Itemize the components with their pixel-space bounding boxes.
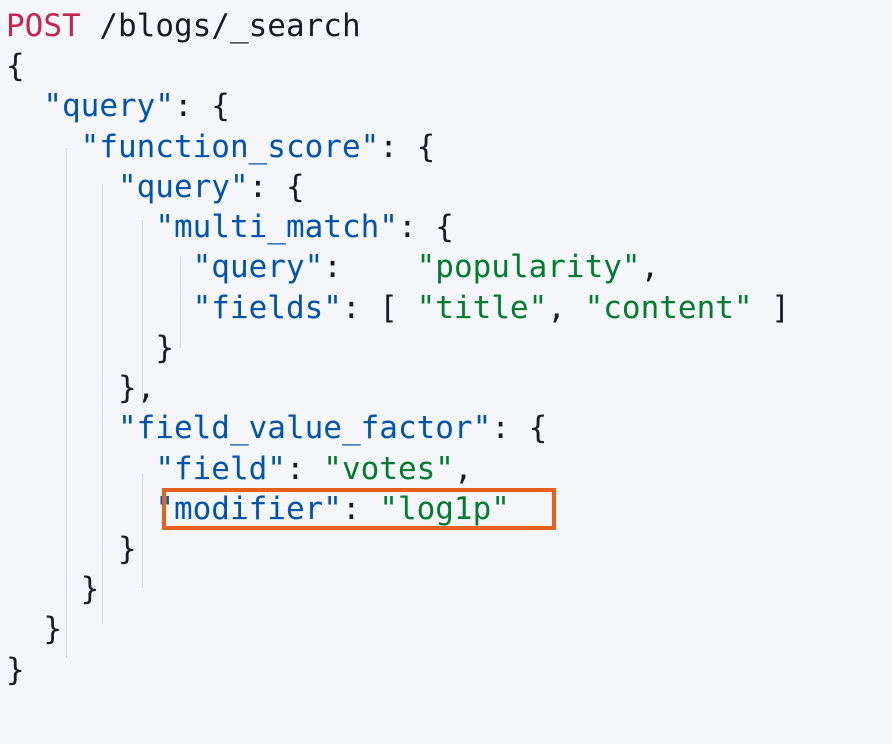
code-line-fields: "fields": [ "title", "content" ] [192, 289, 790, 326]
code-line-field-value-factor: "field_value_factor": { [117, 410, 548, 447]
code-line-open: { [6, 48, 25, 84]
json-value-content: "content" [584, 289, 753, 326]
request-path: /blogs/_search [99, 8, 361, 44]
close-brace: } [80, 571, 100, 608]
close-brace: } [6, 651, 25, 688]
json-value-popularity: "popularity" [416, 249, 641, 286]
json-key-field: "field" [155, 450, 286, 487]
json-key-field-value-factor: "field_value_factor" [117, 410, 492, 447]
close-brace: } [117, 530, 137, 567]
code-line-close-root: } [6, 652, 25, 688]
code-line-close-function-score: } [6, 571, 100, 608]
code-line-function-score: "function_score": { [80, 128, 436, 165]
json-key-inner-query: "query" [117, 168, 249, 205]
highlight-box [162, 487, 556, 530]
code-line-mm-query: "query": "popularity", [192, 249, 660, 286]
json-key-multi-match: "multi_match" [155, 209, 398, 246]
code-line-request: POST /blogs/_search [6, 8, 361, 44]
code-line-multi-match: "multi_match": { [155, 209, 454, 246]
code-line-inner-query: "query": { [117, 168, 305, 205]
close-brace: } [155, 329, 174, 366]
json-key-fields: "fields" [192, 289, 342, 326]
console-editor[interactable]: POST /blogs/_search { "query": { "functi… [0, 0, 892, 744]
close-brace-comma: }, [117, 370, 156, 407]
open-brace: { [6, 48, 25, 85]
code-line-close-multi-match: } [6, 330, 174, 366]
request-code[interactable]: POST /blogs/_search { "query": { "functi… [0, 0, 892, 744]
http-method: POST [6, 8, 81, 44]
code-line-close-inner-query: }, [6, 370, 155, 406]
json-value-title: "title" [416, 289, 548, 326]
json-key-mm-query: "query" [192, 249, 324, 286]
close-brace: } [43, 611, 62, 648]
json-value-votes: "votes" [323, 450, 454, 487]
code-line-close-query: } [6, 611, 62, 647]
code-line-field: "field": "votes", [155, 450, 473, 487]
json-key-function-score: "function_score" [80, 128, 380, 165]
json-key-query: "query" [43, 88, 174, 125]
code-line-close-fvf: } [6, 531, 137, 567]
code-line-query: "query": { [43, 88, 230, 125]
